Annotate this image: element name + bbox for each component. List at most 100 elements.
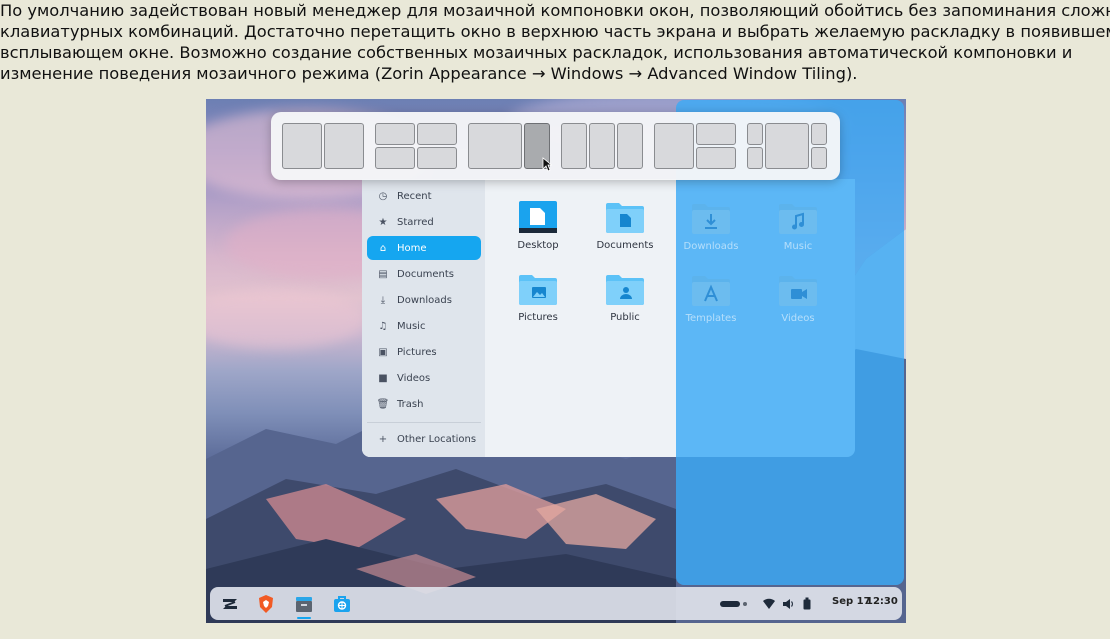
tiling-layout-popup (271, 112, 840, 180)
clock-time[interactable]: 12:30 (866, 596, 898, 607)
sidebar-item-music[interactable]: ♫ Music (367, 314, 481, 338)
taskbar: Sep 17 12:30 (210, 587, 902, 620)
software-store-icon[interactable] (332, 594, 352, 614)
tile-zone[interactable] (375, 147, 415, 169)
pictures-folder-icon (519, 275, 557, 305)
folder-pictures[interactable]: Pictures (498, 271, 578, 333)
battery-icon[interactable] (802, 597, 812, 611)
zorin-menu-icon[interactable] (220, 594, 240, 614)
downloads-folder-icon (692, 204, 730, 234)
folder-music[interactable]: Music (758, 200, 838, 262)
document-icon: ▤ (378, 268, 388, 280)
plus-icon: + (378, 433, 388, 445)
article-line-1: По умолчанию задействован новый менеджер… (0, 1, 1110, 20)
tile-zone[interactable] (417, 147, 457, 169)
tile-zone[interactable] (765, 123, 809, 169)
sidebar-item-label: Trash (397, 398, 424, 410)
sidebar-item-label: Music (397, 320, 426, 332)
tile-zone[interactable] (375, 123, 415, 145)
folder-label: Pictures (518, 312, 558, 323)
folder-label: Public (610, 312, 640, 323)
folder-label: Videos (781, 313, 815, 324)
files-icon[interactable] (294, 594, 314, 614)
sidebar-item-label: Pictures (397, 346, 437, 358)
tiling-layout-three-columns[interactable] (561, 123, 643, 169)
tile-zone[interactable] (589, 123, 615, 169)
tile-zone[interactable] (324, 123, 364, 169)
active-app-indicator (297, 617, 311, 619)
folder-public[interactable]: Public (585, 271, 665, 333)
trash-icon: 🗑 (376, 398, 390, 410)
sidebar-item-label: Home (397, 242, 427, 254)
tile-zone[interactable] (696, 123, 736, 145)
desktop-screenshot: ◷ Recent ★ Starred ⌂ Home ▤ Documents ⤓ … (206, 99, 906, 623)
sidebar-item-other-locations[interactable]: + Other Locations (367, 427, 481, 451)
sidebar-item-label: Videos (397, 372, 431, 384)
sidebar-item-label: Documents (397, 268, 455, 280)
folder-label: Music (783, 241, 813, 252)
article-line-4: изменение поведения мозаичного режима (Z… (0, 64, 858, 83)
article-line-2: клавиатурных комбинаций. Достаточно пере… (0, 22, 1110, 41)
tile-zone[interactable] (654, 123, 694, 169)
brave-browser-icon[interactable] (256, 594, 276, 614)
article-line-3: всплывающем окне. Возможно создание собс… (0, 43, 1073, 62)
tiling-layout-left-plus-two-right[interactable] (654, 123, 736, 169)
tile-zone[interactable] (747, 147, 763, 169)
tile-zone[interactable] (417, 123, 457, 145)
folder-downloads[interactable]: Downloads (671, 200, 751, 262)
sidebar-item-downloads[interactable]: ⤓ Downloads (367, 288, 481, 312)
sidebar-item-label: Downloads (397, 294, 452, 306)
music-folder-icon (779, 204, 817, 234)
folder-templates[interactable]: Templates (671, 272, 751, 334)
videos-folder-icon (779, 276, 817, 306)
tile-zone[interactable] (617, 123, 643, 169)
picture-icon: ▣ (378, 346, 388, 358)
tile-zone[interactable] (811, 147, 827, 169)
folder-documents[interactable]: Documents (585, 199, 665, 261)
volume-icon[interactable] (781, 597, 795, 611)
sidebar-item-trash[interactable]: 🗑 Trash (367, 392, 481, 416)
sidebar-item-home[interactable]: ⌂ Home (367, 236, 481, 260)
files-sidebar: ◷ Recent ★ Starred ⌂ Home ▤ Documents ⤓ … (362, 179, 485, 457)
tiling-layout-center-focus[interactable] (747, 123, 829, 169)
documents-folder-icon (606, 203, 644, 233)
tile-zone[interactable] (747, 123, 763, 145)
tile-zone[interactable] (282, 123, 322, 169)
sidebar-item-documents[interactable]: ▤ Documents (367, 262, 481, 286)
sidebar-item-recent[interactable]: ◷ Recent (367, 184, 481, 208)
sidebar-item-starred[interactable]: ★ Starred (367, 210, 481, 234)
sidebar-item-pictures[interactable]: ▣ Pictures (367, 340, 481, 364)
clock-icon: ◷ (378, 190, 388, 202)
download-icon: ⤓ (380, 294, 386, 306)
tiling-layout-two-columns[interactable] (282, 123, 364, 169)
tile-zone[interactable] (811, 123, 827, 145)
sidebar-divider (367, 422, 481, 423)
tile-zone[interactable] (468, 123, 522, 169)
tile-zone[interactable] (561, 123, 587, 169)
home-icon: ⌂ (379, 242, 387, 254)
clock-date[interactable]: Sep 17 (832, 596, 871, 607)
public-folder-icon (606, 275, 644, 305)
desktop-folder-icon (519, 201, 557, 233)
folder-label: Documents (596, 240, 654, 251)
music-icon: ♫ (378, 320, 388, 332)
wifi-icon[interactable] (762, 597, 776, 611)
sidebar-item-label: Other Locations (397, 433, 477, 445)
folder-desktop[interactable]: Desktop (498, 199, 578, 261)
folder-label: Desktop (517, 240, 559, 251)
star-icon: ★ (378, 216, 388, 228)
folder-label: Downloads (683, 241, 739, 252)
templates-folder-icon (692, 276, 730, 306)
sidebar-item-label: Recent (397, 190, 432, 202)
folder-label: Templates (685, 313, 737, 324)
tile-zone[interactable] (696, 147, 736, 169)
sidebar-item-videos[interactable]: ■ Videos (367, 366, 481, 390)
folder-videos[interactable]: Videos (758, 272, 838, 334)
workspace-indicator[interactable] (720, 601, 740, 607)
sidebar-item-label: Starred (397, 216, 434, 228)
workspace-dot[interactable] (743, 602, 747, 606)
mouse-cursor-icon (542, 157, 552, 172)
tiling-layout-four-grid[interactable] (375, 123, 457, 169)
article-paragraph: По умолчанию задействован новый менеджер… (0, 0, 1110, 84)
tiling-layout-wide-left[interactable] (468, 123, 550, 169)
